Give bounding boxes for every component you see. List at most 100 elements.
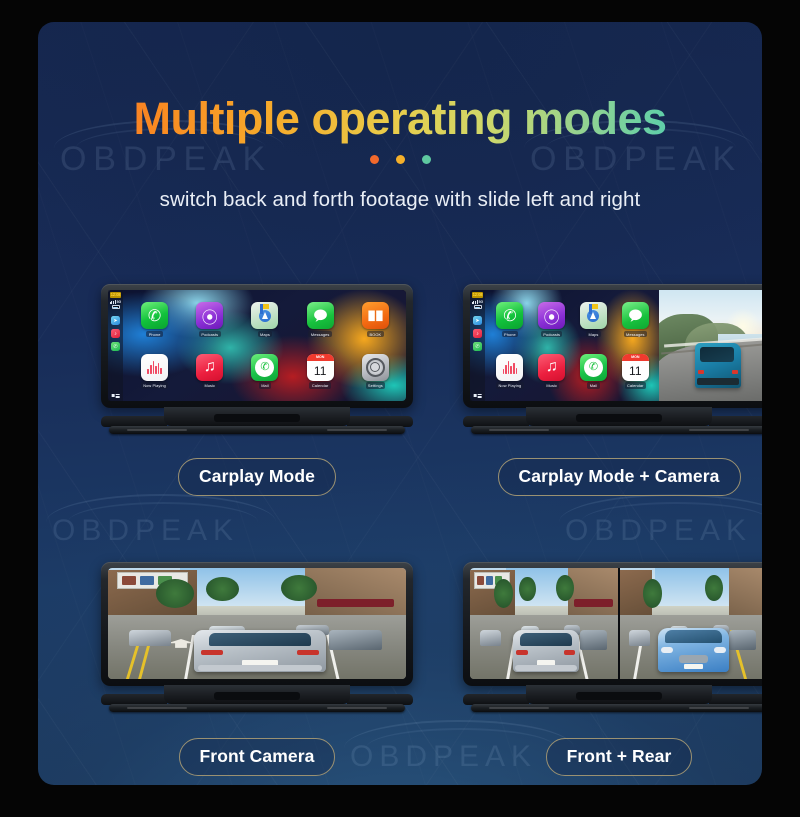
app-label: Maps bbox=[586, 330, 601, 338]
split-divider bbox=[618, 568, 620, 679]
app-label: Podcasts bbox=[540, 330, 563, 338]
app-messages[interactable]: Messages bbox=[615, 302, 655, 338]
device-screen: 12:08 5G ➤ ♪ ✆ ✆ Phone ⦿ Podcasts Maps M… bbox=[470, 290, 762, 401]
device-carplay-mode: 12:08 5G ➤ ♪ ✆ ✆ Phone ⦿ Podcasts Maps M… bbox=[101, 284, 413, 436]
carplay-app-grid: ✆ Phone ⦿ Podcasts bbox=[489, 294, 656, 397]
app-maps[interactable]: Maps bbox=[573, 302, 613, 338]
messages-icon bbox=[306, 302, 334, 330]
app-podcasts[interactable]: ⦿ Podcasts bbox=[532, 302, 572, 338]
app-messages[interactable]: Messages bbox=[300, 302, 340, 338]
dock-music-icon[interactable]: ♪ bbox=[473, 329, 482, 339]
carplay-home[interactable]: 12:08 5G ➤ ♪ ✆ ✆ Phone ⦿ Podcasts Maps M… bbox=[108, 290, 406, 401]
mode-label-front-rear: Front + Rear bbox=[545, 738, 693, 776]
app-label: Podcasts bbox=[198, 330, 221, 338]
dock-phone-icon[interactable]: ✆ bbox=[473, 342, 482, 352]
camera-feed-coastal[interactable] bbox=[659, 290, 762, 401]
carplay-app-row-2: Now Playing ♫ Music ✆ Mail MON 11 Calend… bbox=[127, 346, 403, 398]
dot-2 bbox=[395, 155, 405, 164]
app-grid-button[interactable] bbox=[111, 394, 120, 398]
stand-mount-bar bbox=[471, 704, 762, 712]
messages-icon bbox=[621, 302, 649, 330]
device-bezel: 12:08 5G ➤ ♪ ✆ ✆ Phone ⦿ Podcasts Maps M… bbox=[101, 284, 413, 408]
app-mail[interactable]: Mail bbox=[573, 353, 613, 389]
network-label: 5G bbox=[116, 299, 122, 304]
status-signal: 5G bbox=[109, 299, 122, 304]
app-phone[interactable]: ✆ Phone bbox=[490, 302, 530, 338]
camera-feed-front[interactable] bbox=[470, 568, 619, 679]
device-stand bbox=[101, 685, 413, 714]
app-music[interactable]: ♫ Music bbox=[532, 353, 572, 389]
mode-card-front-rear: Front + Rear bbox=[438, 562, 762, 776]
app-book[interactable]: BOOK bbox=[355, 302, 395, 338]
app-label: Mail bbox=[258, 382, 272, 389]
device-carplay-mode-camera: 12:08 5G ➤ ♪ ✆ ✆ Phone ⦿ Podcasts Maps M… bbox=[463, 284, 762, 436]
mode-label-carplay-mode-camera: Carplay Mode + Camera bbox=[497, 458, 741, 496]
podcasts-icon: ⦿ bbox=[538, 302, 566, 330]
street-scene bbox=[108, 568, 406, 679]
page-title: Multiple operating modes bbox=[38, 93, 762, 145]
app-label: Calendar bbox=[309, 382, 331, 389]
app-now-playing[interactable]: Now Playing bbox=[135, 353, 175, 389]
device-screen: 12:08 5G ➤ ♪ ✆ ✆ Phone ⦿ Podcasts Maps M… bbox=[108, 290, 406, 401]
dot-separator bbox=[38, 155, 762, 164]
app-settings[interactable]: Settings bbox=[355, 353, 395, 389]
camera-feed-rear[interactable] bbox=[619, 568, 762, 679]
dock-music-icon[interactable]: ♪ bbox=[111, 329, 120, 339]
camera-feed-front[interactable] bbox=[108, 568, 406, 679]
signal-bars-icon bbox=[471, 299, 478, 304]
app-label: Messages bbox=[308, 330, 332, 338]
whatsapp-icon bbox=[251, 353, 279, 381]
blue-suv bbox=[695, 343, 741, 388]
phone-icon: ✆ bbox=[496, 302, 524, 330]
device-stand bbox=[463, 685, 762, 714]
app-music[interactable]: ♫ Music bbox=[190, 353, 230, 389]
app-podcasts[interactable]: ⦿ Podcasts bbox=[190, 302, 230, 338]
app-label: Music bbox=[543, 382, 560, 389]
carplay-dock: ➤ ♪ ✆ bbox=[473, 316, 482, 352]
status-signal: 5G bbox=[471, 299, 483, 304]
dot-3 bbox=[421, 155, 431, 164]
calendar-icon: MON 11 bbox=[306, 353, 334, 381]
maps-icon bbox=[579, 302, 607, 330]
battery-icon bbox=[473, 305, 482, 310]
dock-phone-icon[interactable]: ✆ bbox=[111, 342, 120, 352]
calendar-month: MON bbox=[306, 353, 334, 361]
device-screen bbox=[108, 568, 406, 679]
whatsapp-icon bbox=[579, 353, 607, 381]
app-phone[interactable]: ✆ Phone bbox=[135, 302, 175, 338]
app-label: Settings bbox=[365, 382, 386, 389]
music-icon: ♫ bbox=[196, 353, 224, 381]
maps-icon bbox=[251, 302, 279, 330]
dock-maps-icon[interactable]: ➤ bbox=[473, 316, 482, 326]
app-label: Messages bbox=[623, 330, 647, 338]
carplay-app-row-1: ✆ Phone ⦿ Podcasts bbox=[127, 294, 403, 346]
app-calendar[interactable]: MON 11 Calendar bbox=[615, 353, 655, 389]
mode-card-front-camera: Front Camera bbox=[76, 562, 438, 776]
app-grid-button[interactable] bbox=[473, 394, 482, 398]
page-subtitle: switch back and forth footage with slide… bbox=[159, 188, 641, 211]
device-front-camera bbox=[101, 562, 413, 714]
podcasts-icon: ⦿ bbox=[196, 302, 224, 330]
carplay-app-row-1: ✆ Phone ⦿ Podcasts bbox=[489, 294, 656, 346]
app-label: Phone bbox=[501, 330, 519, 338]
coastal-road-scene bbox=[659, 290, 762, 401]
calendar-month: MON bbox=[621, 353, 649, 361]
app-now-playing[interactable]: Now Playing bbox=[490, 353, 530, 389]
app-calendar[interactable]: MON 11 Calendar bbox=[300, 353, 340, 389]
app-label: Music bbox=[202, 382, 218, 389]
modes-grid: 12:08 5G ➤ ♪ ✆ ✆ Phone ⦿ Podcasts Maps M… bbox=[76, 284, 762, 776]
mode-card-carplay-mode-camera: 12:08 5G ➤ ♪ ✆ ✆ Phone ⦿ Podcasts Maps M… bbox=[438, 284, 762, 496]
app-label: Now Playing bbox=[140, 382, 169, 389]
app-mail[interactable]: Mail bbox=[245, 353, 285, 389]
device-bezel bbox=[101, 562, 413, 686]
music-icon: ♫ bbox=[538, 353, 566, 381]
calendar-day: 11 bbox=[629, 363, 642, 378]
gear-icon bbox=[361, 353, 389, 381]
mode-label-front-camera: Front Camera bbox=[178, 738, 336, 776]
dock-maps-icon[interactable]: ➤ bbox=[111, 316, 120, 326]
status-time: 12:08 bbox=[471, 292, 484, 299]
app-maps[interactable]: Maps bbox=[245, 302, 285, 338]
carplay-home[interactable]: 12:08 5G ➤ ♪ ✆ ✆ Phone ⦿ Podcasts Maps M… bbox=[470, 290, 660, 401]
status-time: 12:08 bbox=[109, 292, 122, 299]
calendar-day: 11 bbox=[313, 363, 327, 378]
